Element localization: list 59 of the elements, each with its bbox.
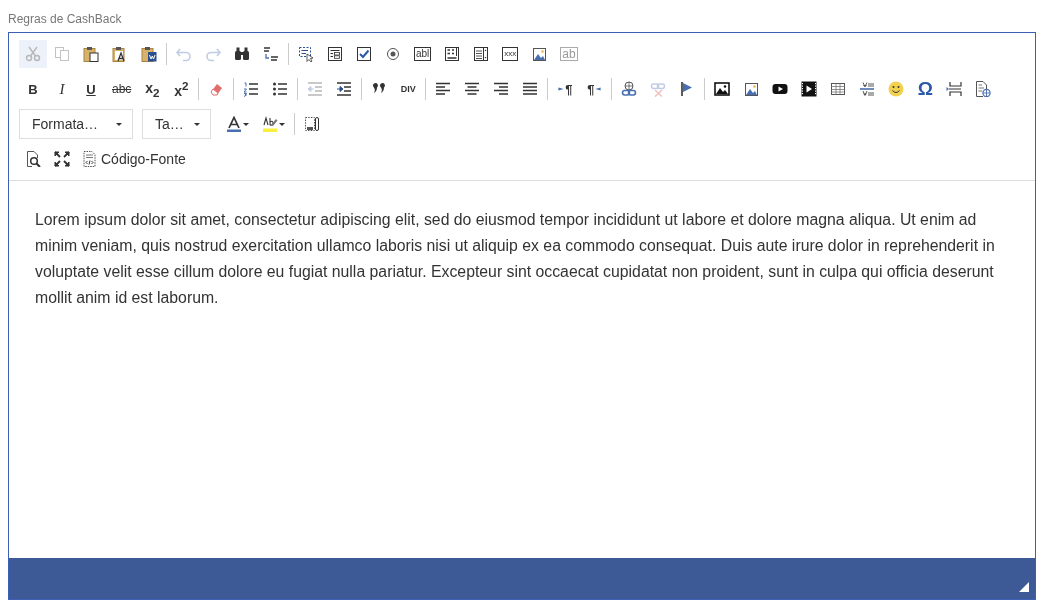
list-icon (473, 46, 490, 62)
undo-icon (176, 46, 192, 62)
page-icon (975, 81, 992, 97)
eraser-icon (208, 81, 225, 97)
source-button[interactable]: Código-Fonte (77, 145, 190, 173)
highlighter-icon (261, 116, 278, 132)
toolbar-button[interactable]: DIV (394, 75, 423, 103)
clipboard-icon (141, 46, 157, 62)
preview-icon (25, 151, 41, 167)
image-icon (743, 81, 760, 97)
toolbar-button[interactable]: ¶ (580, 75, 609, 103)
toolbar-button[interactable]: abc (106, 75, 138, 103)
maximize-icon (54, 151, 70, 167)
link-icon (621, 81, 638, 97)
unlink-icon (650, 81, 667, 97)
form-icon (327, 46, 343, 62)
align-left-icon (435, 81, 452, 97)
binoculars-icon (234, 46, 250, 62)
align-right-icon (493, 81, 510, 97)
align-center-icon (464, 81, 481, 97)
image-icon (714, 81, 731, 97)
table-icon (830, 81, 847, 97)
image-icon (531, 46, 548, 62)
numbered-list-icon (243, 81, 260, 97)
smiley-icon (888, 81, 905, 97)
toolbar-button[interactable]: B (19, 75, 47, 103)
clipboard-icon (112, 46, 128, 62)
source-icon (81, 151, 97, 167)
scissors-icon (25, 46, 41, 62)
clipboard-icon (83, 46, 99, 62)
toolbar-button[interactable]: Ω (911, 75, 940, 103)
film-icon (801, 81, 818, 97)
justify-icon (522, 81, 539, 97)
toolbar-button[interactable]: I (48, 75, 76, 103)
toolbar-button[interactable]: ¶ (551, 75, 580, 103)
toolbar-button[interactable]: x$^{2}$ (167, 75, 196, 103)
field-label: Regras de CashBack (8, 12, 123, 27)
toolbar-button[interactable]: x$_{2}$ (138, 75, 167, 103)
copy-icon (54, 46, 70, 62)
outdent-icon (307, 81, 324, 97)
lines-icon (859, 81, 876, 97)
checkbox-icon (356, 46, 372, 62)
radio-icon (385, 46, 401, 62)
dropdown[interactable]: Formata… (19, 109, 133, 139)
text-color-icon (225, 116, 242, 132)
toolbar-button[interactable]: U (77, 75, 105, 103)
toolbar-button[interactable]: xxx (496, 40, 525, 68)
play-icon (772, 81, 789, 97)
editor-text[interactable]: Lorem ipsum dolor sit amet, consectetur adipiscing elit, sed do eiusmod tempor incididunt ut labore et dolore magna aliqua. Ut enim ad minim veniam, quis nostrud exercitation ullamco laboris nisi ut aliquip ex ea commodo consequat. Duis aute irure dolor in reprehenderit in voluptate velit esse cillum dolore eu fugiat nulla pariatur. Excepteur sint occaecat cupidatat non proident, sunt in culpa qui officia deserunt mollit anim id est laborum. (9, 181, 1035, 558)
toolbar-button[interactable]: abl (408, 40, 438, 68)
page-break-icon (946, 81, 963, 97)
textarea-icon (444, 46, 461, 62)
redo-icon (205, 46, 221, 62)
blocks-icon (303, 116, 320, 132)
bulleted-list-icon (272, 81, 289, 97)
indent-icon (336, 81, 353, 97)
selection-icon (298, 46, 314, 62)
dropdown[interactable]: Ta… (142, 109, 211, 139)
resize-handle-icon[interactable] (1019, 582, 1029, 592)
